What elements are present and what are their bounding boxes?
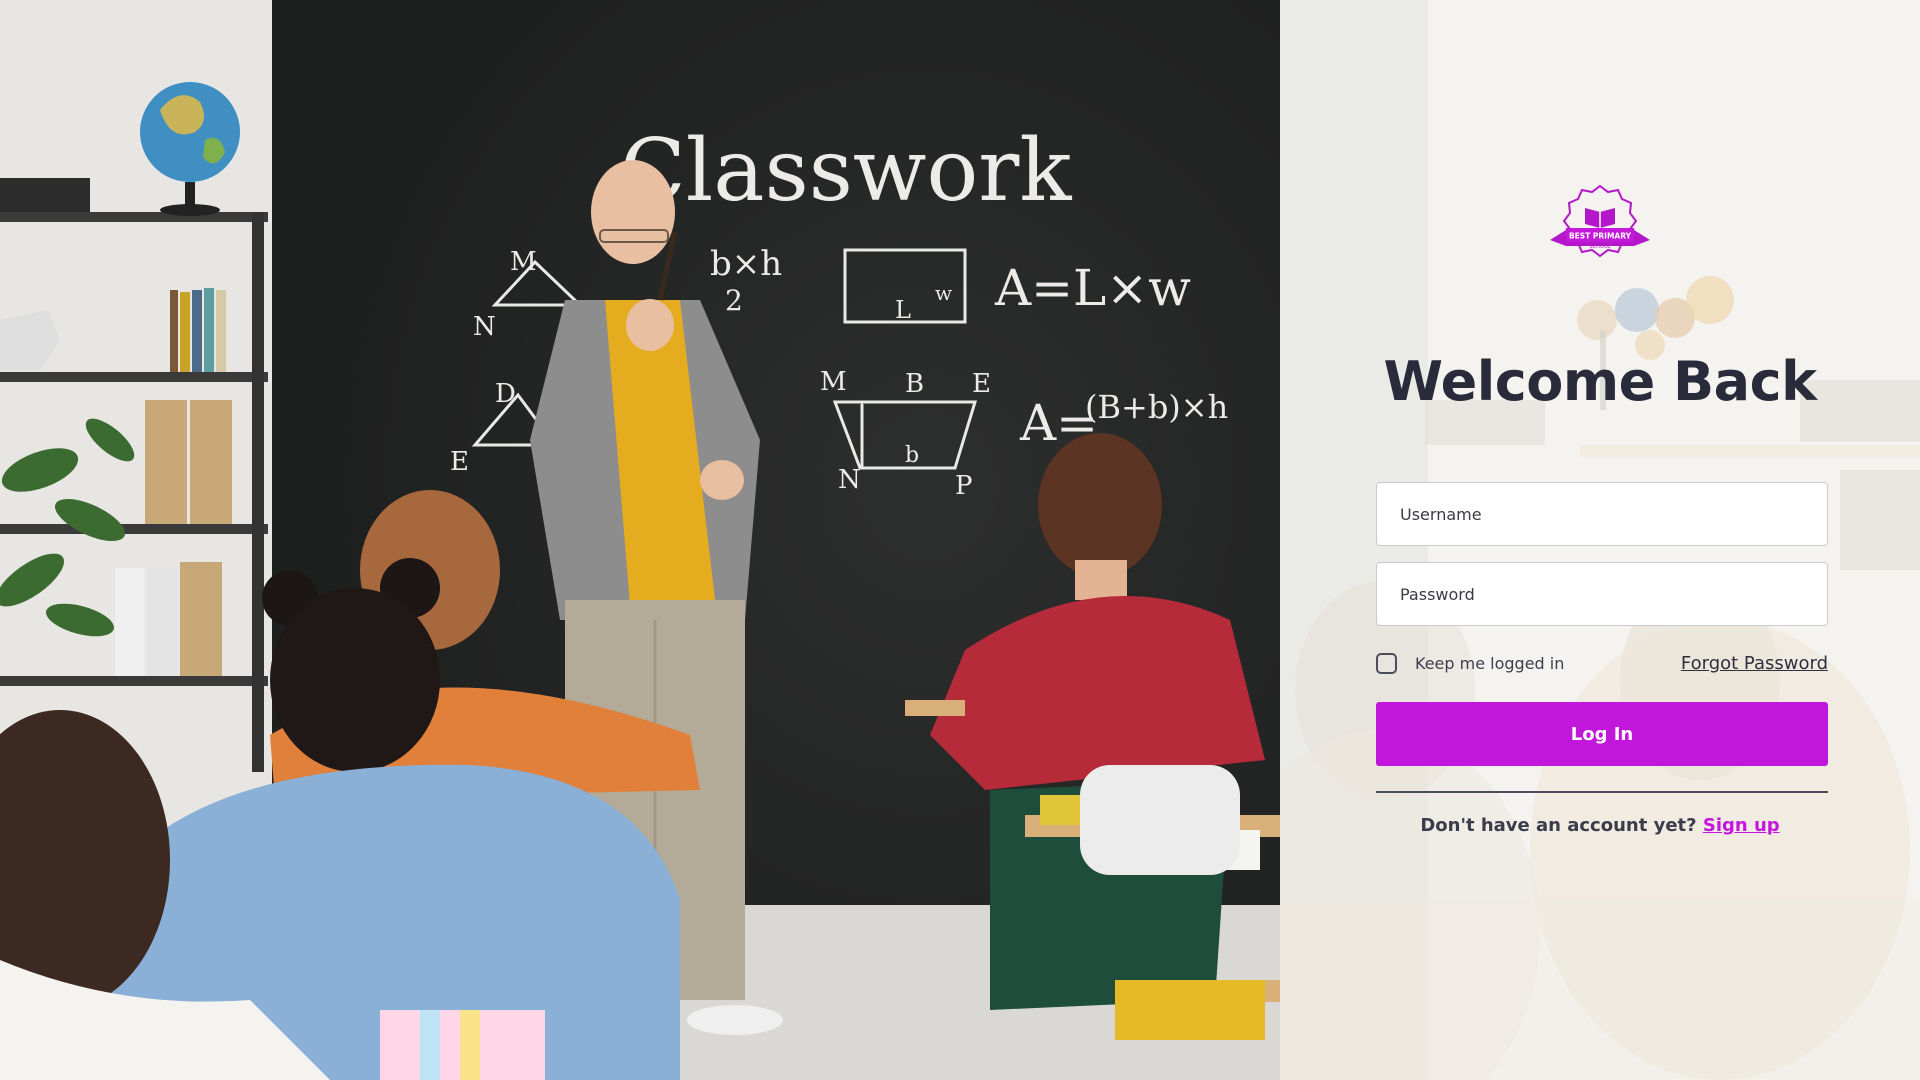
svg-text:b×h: b×h <box>710 244 782 284</box>
forgot-password-link[interactable]: Forgot Password <box>1681 653 1828 674</box>
logo-badge-text: BEST PRIMARY <box>1569 232 1632 241</box>
board-title: Classwork <box>620 121 1072 221</box>
svg-text:D: D <box>495 379 516 409</box>
signup-prompt: Don't have an account yet? Sign up <box>1280 815 1920 836</box>
welcome-title: Welcome Back <box>1383 350 1817 413</box>
username-input[interactable] <box>1376 482 1828 546</box>
signup-link[interactable]: Sign up <box>1703 815 1780 836</box>
svg-text:A=L×w: A=L×w <box>994 259 1191 317</box>
keep-logged-in-checkbox[interactable] <box>1376 653 1397 674</box>
school-logo-icon: BEST PRIMARY SCHOOL <box>1550 184 1650 258</box>
classroom-hero-image: Classwork b×h 2 A=L×w A= (B+b)×h L w b M… <box>0 0 1280 1080</box>
bookshelf <box>0 212 268 222</box>
svg-text:M: M <box>820 367 847 397</box>
logo-badge-subtext: SCHOOL <box>1589 244 1610 250</box>
login-button[interactable]: Log In <box>1376 702 1828 766</box>
divider <box>1376 791 1828 793</box>
svg-text:B: B <box>905 369 924 399</box>
svg-text:L: L <box>895 296 911 324</box>
svg-text:2: 2 <box>725 284 743 317</box>
svg-text:E: E <box>972 369 991 399</box>
svg-text:M: M <box>510 247 537 277</box>
svg-text:(B+b)×h: (B+b)×h <box>1085 388 1228 426</box>
login-panel: BEST PRIMARY SCHOOL Welcome Back Keep me… <box>1280 0 1920 1080</box>
password-input[interactable] <box>1376 562 1828 626</box>
svg-text:b: b <box>905 443 919 468</box>
svg-text:N: N <box>838 465 861 495</box>
svg-text:w: w <box>935 281 952 305</box>
keep-logged-in-option[interactable]: Keep me logged in <box>1376 653 1564 674</box>
signup-prompt-text: Don't have an account yet? <box>1420 815 1697 836</box>
svg-text:P: P <box>955 471 973 501</box>
classroom-illustration: Classwork b×h 2 A=L×w A= (B+b)×h L w b M… <box>0 0 1280 1080</box>
svg-text:N: N <box>473 312 496 342</box>
keep-logged-in-label: Keep me logged in <box>1415 654 1565 673</box>
svg-text:E: E <box>450 447 469 477</box>
